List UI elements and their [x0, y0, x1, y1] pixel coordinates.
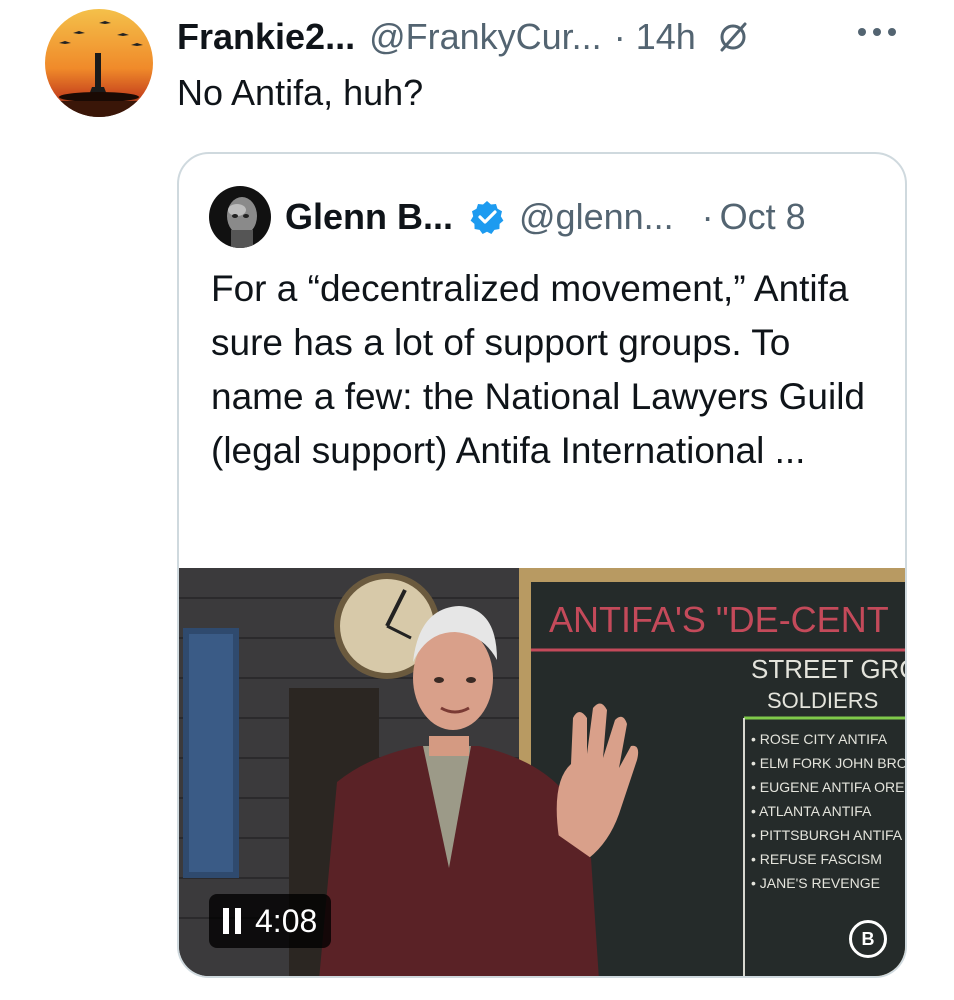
quoted-handle[interactable]: @glenn...: [519, 196, 674, 238]
tweet-time[interactable]: 14h: [636, 16, 696, 58]
tweet-text: No Antifa, huh?: [177, 72, 424, 113]
board-list-item: • ATLANTA ANTIFA: [751, 803, 872, 819]
separator-dot: ·: [613, 16, 626, 57]
video-duration: 4:08: [255, 902, 318, 939]
author-handle[interactable]: @FrankyCur...: [369, 16, 602, 58]
board-list-item: • JANE'S REVENGE: [751, 875, 880, 891]
quoted-author-avatar: [209, 186, 271, 248]
board-list-item: • PITTSBURGH ANTIFA: [751, 827, 903, 843]
quoted-display-name[interactable]: Glenn B...: [285, 196, 453, 238]
author-display-name[interactable]: Frankie2...: [177, 16, 355, 58]
board-heading-2: SOLDIERS: [767, 688, 878, 713]
board-list-item: • REFUSE FASCISM: [751, 851, 882, 867]
more-icon[interactable]: [858, 28, 896, 36]
board-list-item: • ELM FORK JOHN BROWN: [751, 755, 907, 771]
board-list-item: • EUGENE ANTIFA OREGON: [751, 779, 907, 795]
channel-logo: B: [849, 920, 887, 958]
muted-icon: [716, 20, 750, 54]
author-avatar[interactable]: [45, 9, 153, 117]
board-heading-1: STREET GROUP: [751, 654, 907, 684]
quoted-time[interactable]: Oct 8: [720, 196, 806, 238]
tweet-header: Frankie2... @FrankyCur... · 14h: [177, 12, 750, 62]
video-player[interactable]: ANTIFA'S "DE-CENT STREET GROUP SOLDIERS …: [179, 568, 907, 976]
video-duration-badge[interactable]: 4:08: [209, 894, 332, 948]
quoted-tweet-text: For a “decentralized movement,” Antifa s…: [211, 268, 866, 471]
verified-badge-icon: [469, 199, 505, 235]
pause-icon[interactable]: [223, 908, 241, 934]
quoted-tweet-card[interactable]: Glenn B... @glenn... · Oct 8 For a “dece…: [177, 152, 907, 978]
board-title: ANTIFA'S "DE-CENT: [549, 599, 889, 640]
board-list-item: • ROSE CITY ANTIFA: [751, 731, 888, 747]
quoted-separator-dot: ·: [701, 196, 714, 237]
quoted-tweet-header: Glenn B... @glenn... · Oct 8: [209, 186, 806, 248]
